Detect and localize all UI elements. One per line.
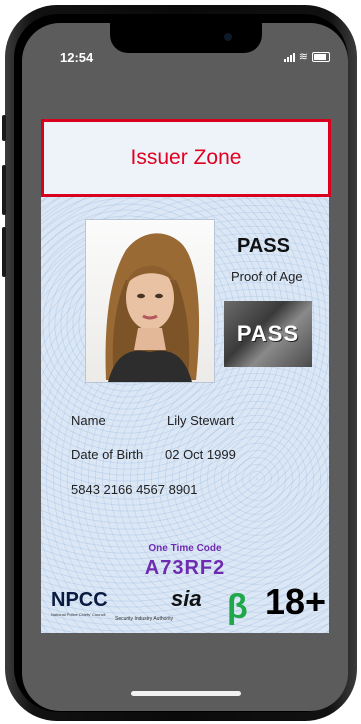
volume-up-button — [2, 165, 6, 215]
screen: 12:54 ≋ Issuer Zone PASS Proof of Age PA… — [22, 23, 348, 711]
one-time-code: A73RF2 — [144, 557, 226, 579]
home-indicator[interactable] — [131, 691, 241, 696]
signal-icon — [283, 52, 295, 62]
camera-icon — [224, 33, 232, 41]
name-label: Name — [71, 413, 106, 428]
npcc-logo: NPCC National Police Chiefs' Council — [51, 589, 108, 617]
status-icons: ≋ — [283, 50, 330, 63]
notch — [110, 23, 262, 53]
status-time: 12:54 — [60, 50, 94, 65]
pass-brand: PASS — [237, 235, 290, 257]
wifi-icon: ≋ — [298, 51, 308, 63]
volume-down-button — [2, 227, 6, 277]
beta-logo: β — [227, 588, 248, 626]
holder-photo — [85, 219, 215, 383]
sia-logo: sia Security Industry Authority — [115, 586, 202, 622]
phone-frame: 12:54 ≋ Issuer Zone PASS Proof of Age PA… — [2, 5, 357, 721]
one-time-code-label: One Time Code — [148, 543, 222, 554]
hologram-text: PASS — [236, 321, 300, 346]
pass-card: Issuer Zone PASS Proof of Age PASS Name … — [41, 119, 331, 633]
battery-icon — [312, 51, 330, 62]
age-badge: 18+ — [265, 581, 327, 622]
mute-switch — [2, 115, 6, 141]
name-value: Lily Stewart — [167, 413, 235, 428]
dob-label: Date of Birth — [71, 447, 144, 462]
proof-of-age-label: Proof of Age — [231, 269, 303, 284]
issuer-zone-label: Issuer Zone — [130, 146, 242, 169]
card-number: 5843 2166 4567 8901 — [71, 482, 198, 497]
pass-hologram: PASS — [224, 301, 312, 367]
dob-value: 02 Oct 1999 — [165, 447, 236, 462]
issuer-zone: Issuer Zone — [41, 119, 331, 197]
